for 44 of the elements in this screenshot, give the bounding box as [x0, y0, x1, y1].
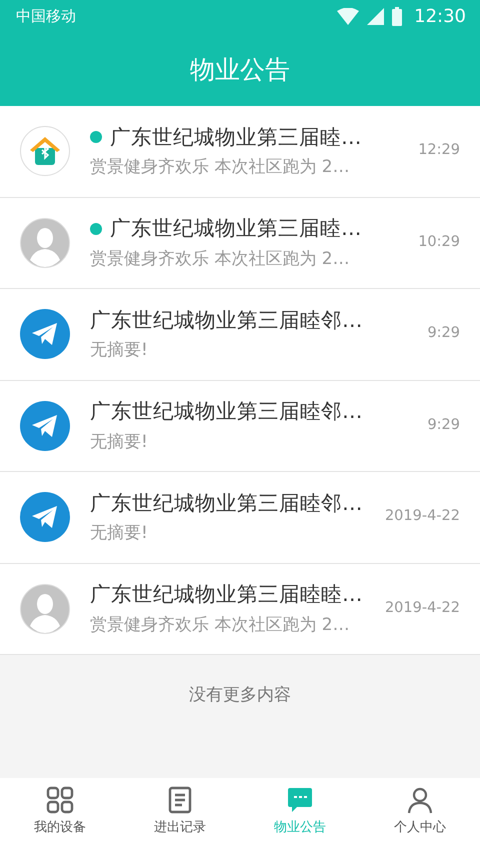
notice-summary: 赏景健身齐欢乐 本次社区跑为 2…	[90, 614, 351, 636]
notice-row[interactable]: 广东世纪城物业第三届睦睦… 赏景健身齐欢乐 本次社区跑为 2… 2019-4-22	[0, 564, 480, 655]
notice-row[interactable]: 广东世纪城物业第三届睦… 赏景健身齐欢乐 本次社区跑为 2… 10:29	[0, 198, 480, 289]
notice-time: 2019-4-22	[384, 507, 460, 526]
app-logo-icon	[20, 126, 70, 176]
carrier-name: 中国移动	[16, 6, 76, 28]
avatar-icon	[20, 584, 70, 634]
notice-summary: 无摘要!	[90, 340, 149, 361]
notice-summary: 无摘要!	[90, 432, 149, 452]
notice-summary: 赏景健身齐欢乐 本次社区跑为 2…	[90, 248, 351, 270]
notice-row[interactable]: 广东世纪城物业第三届睦邻… 无摘要! 9:29	[0, 380, 480, 472]
notice-row[interactable]: 广东世纪城物业第三届睦邻… 无摘要! 2019-4-22	[0, 472, 480, 564]
notice-time: 12:29	[418, 141, 460, 160]
paper-plane-icon	[20, 309, 70, 360]
notice-time: 2019-4-22	[384, 598, 460, 618]
nav-tab[interactable]: 个人中心	[360, 778, 480, 853]
nav-tab[interactable]: 进出记录	[120, 778, 240, 853]
notice-title: 广东世纪城物业第三届睦邻…	[90, 308, 362, 332]
notice-row[interactable]: 广东世纪城物业第三届睦邻… 无摘要! 9:29	[0, 289, 480, 380]
chat-icon	[286, 786, 314, 814]
notice-title: 广东世纪城物业第三届睦…	[110, 124, 362, 150]
notice-time: 9:29	[427, 324, 460, 344]
nav-tab[interactable]: 我的设备	[0, 778, 120, 853]
notice-title: 广东世纪城物业第三届睦…	[110, 216, 362, 241]
page-title: 物业公告	[190, 54, 290, 86]
notice-time: 9:29	[427, 416, 460, 435]
signal-icon	[367, 8, 384, 25]
notice-summary: 无摘要!	[90, 523, 149, 544]
notice-title: 广东世纪城物业第三届睦睦…	[90, 582, 362, 607]
end-message: 没有更多内容	[188, 684, 292, 707]
battery-icon	[392, 7, 402, 26]
notice-row[interactable]: 广东世纪城物业第三届睦… 赏景健身齐欢乐 本次社区跑为 2… 12:29	[0, 106, 480, 198]
grid-icon	[46, 786, 74, 814]
avatar-icon	[20, 218, 70, 268]
notice-summary: 赏景健身齐欢乐 本次社区跑为 2…	[90, 157, 351, 178]
paper-plane-icon	[20, 400, 70, 451]
notice-time: 10:29	[418, 232, 460, 252]
user-icon	[406, 786, 434, 814]
notice-title: 广东世纪城物业第三届睦邻…	[90, 490, 362, 516]
clock-time: 12:30	[414, 5, 466, 29]
notice-title: 广东世纪城物业第三届睦邻…	[90, 399, 362, 424]
wifi-icon	[337, 8, 360, 25]
document-icon	[166, 786, 194, 814]
paper-plane-icon	[20, 492, 70, 542]
